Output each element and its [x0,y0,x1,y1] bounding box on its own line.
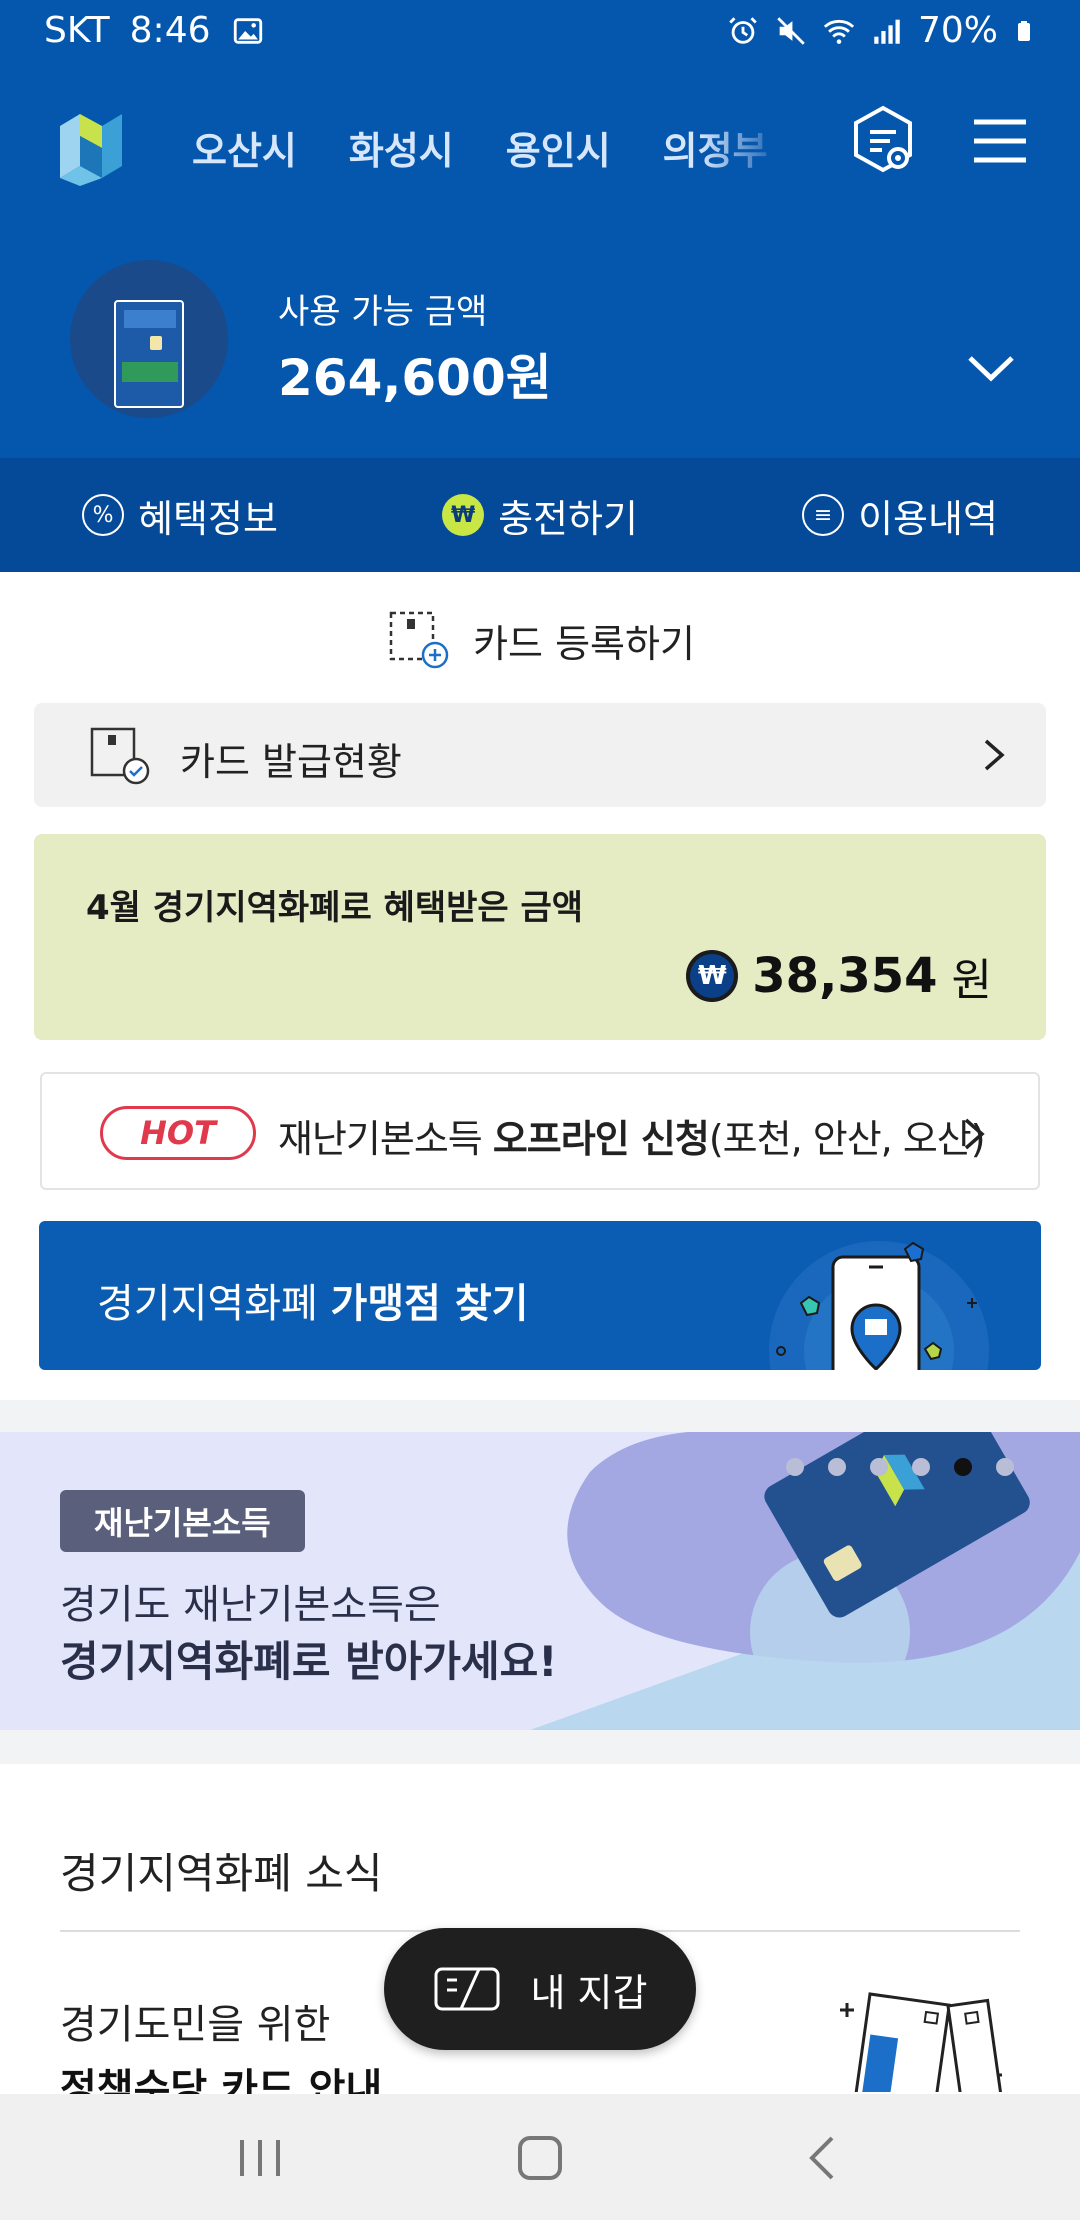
hot-badge: HOT [100,1106,256,1160]
benefit-summary-card[interactable]: 4월 경기지역화폐로 혜택받은 금액 ₩ 38,354 원 [34,834,1046,1040]
balance-section[interactable]: 사용 가능 금액 264,600원 [0,250,1080,420]
benefit-info-button[interactable]: % 혜택정보 [0,458,360,572]
balance-amount: 264,600원 [278,349,552,407]
store-map-pin-illustration [769,1241,989,1370]
section-divider [0,1730,1080,1764]
promo-headline: 경기도 재난기본소득은 [60,1582,441,1628]
hot-notice-row[interactable]: HOT 재난기본소득 오프라인 신청(포천, 안산, 오산) [40,1072,1040,1190]
hot-notice-bold: 오프라인 신청 [492,1117,710,1161]
system-navigation-bar [0,2094,1080,2220]
wallet-icon [434,1967,500,2011]
card-register-button[interactable]: 카드 등록하기 [0,600,1080,680]
region-tab-yongin[interactable]: 용인시 [506,120,611,180]
news-item-title-line2[interactable]: 정책수당 카드 안내 [60,2056,382,2094]
usage-history-label: 이용내역 [858,496,998,541]
news-section-title: 경기지역화폐 소식 [60,1849,383,1898]
chevron-down-icon[interactable] [966,350,1016,386]
back-icon[interactable] [794,2130,854,2186]
promo-tag: 재난기본소득 [60,1490,305,1552]
benefit-amount: ₩ 38,354 원 [686,944,992,1008]
wifi-icon [823,19,855,44]
promo-subheadline: 경기지역화폐로 받아가세요! [60,1637,558,1686]
charge-label: 충전하기 [498,496,638,541]
my-wallet-button[interactable]: 내 지갑 [384,1928,696,2050]
card-stack-illustration [840,1992,1005,2092]
store-finder-banner[interactable]: 경기지역화폐 가맹점 찾기 [39,1221,1041,1370]
carousel-dot[interactable] [786,1458,804,1476]
carousel-indicator [786,1458,1014,1476]
won-icon: ₩ [686,950,739,1002]
carousel-dot[interactable] [912,1458,930,1476]
carousel-dot[interactable] [996,1458,1014,1476]
my-wallet-label: 내 지갑 [530,1970,648,2015]
region-tab-fade [700,110,820,190]
alarm-icon [729,16,757,44]
store-finder-prefix: 경기지역화폐 [97,1281,331,1327]
card-add-icon [389,611,449,669]
app-logo[interactable] [50,106,132,188]
region-tab-osan[interactable]: 오산시 [192,120,297,180]
card-thumbnail[interactable] [70,260,228,418]
benefit-info-label: 혜택정보 [138,496,278,541]
card-register-label: 카드 등록하기 [473,621,695,666]
card-check-icon [90,727,150,785]
carousel-dot[interactable] [828,1458,846,1476]
won-icon: ₩ [442,494,485,536]
mute-icon [777,16,805,45]
card-issue-status-label: 카드 발급현황 [180,740,402,784]
app-bar: 오산시 화성시 용인시 의정부 [0,90,1080,200]
carrier-label: SKT [44,10,110,51]
clock-time: 8:46 [129,10,211,51]
benefit-amount-unit: 원 [951,955,992,1006]
percent-icon: % [82,494,125,536]
news-item-title-line1[interactable]: 경기도민을 위한 [60,1992,330,2050]
settings-icon[interactable] [850,104,916,176]
hot-notice-prefix: 재난기본소득 [278,1117,493,1161]
usage-history-button[interactable]: ≡ 이용내역 [720,458,1080,572]
battery-icon [1018,20,1030,41]
status-bar: SKT 8:46 70% [0,0,1080,66]
region-tab-hwaseong[interactable]: 화성시 [349,120,454,180]
charge-button[interactable]: ₩ 충전하기 [360,458,720,572]
receipt-icon: ≡ [802,494,845,536]
store-finder-bold: 가맹점 찾기 [330,1281,529,1327]
carousel-dot[interactable] [870,1458,888,1476]
card-image [114,300,184,408]
battery-level: 70% [917,10,998,51]
hot-notice-text: 재난기본소득 오프라인 신청(포천, 안산, 오산) [278,1108,986,1163]
action-bar: % 혜택정보 ₩ 충전하기 ≡ 이용내역 [0,458,1080,572]
store-finder-text: 경기지역화폐 가맹점 찾기 [97,1271,528,1329]
benefit-summary-title: 4월 경기지역화폐로 혜택받은 금액 [86,888,584,928]
balance-label: 사용 가능 금액 [278,292,488,332]
recent-apps-icon[interactable] [230,2130,290,2186]
chevron-right-icon [984,739,1005,771]
hot-notice-suffix: (포천, 안산, 오산) [708,1117,986,1161]
hamburger-menu-icon[interactable] [970,116,1030,166]
promo-carousel[interactable]: 재난기본소득 경기도 재난기본소득은 경기지역화폐로 받아가세요! [0,1432,1080,1730]
signal-icon [874,19,900,44]
section-divider [0,1400,1080,1432]
chevron-right-icon [964,1118,985,1150]
card-promo-illustration [530,1432,1080,1730]
card-issue-status-row[interactable]: 카드 발급현황 [34,703,1046,807]
home-icon[interactable] [510,2130,570,2186]
benefit-amount-value: 38,354 [752,948,938,1004]
gallery-icon [233,17,262,44]
carousel-dot-active[interactable] [954,1458,972,1476]
